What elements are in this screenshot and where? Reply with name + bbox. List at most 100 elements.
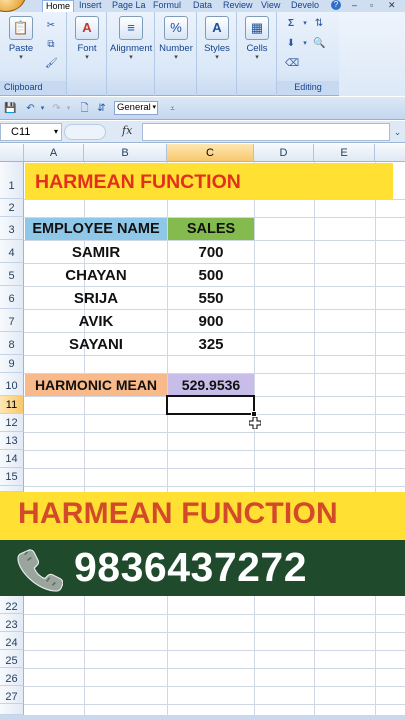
- fill-icon[interactable]: ⬇: [285, 38, 297, 50]
- tab-insert[interactable]: Insert: [76, 0, 105, 12]
- new-document-icon[interactable]: 🗋: [78, 102, 91, 115]
- find-select-icon[interactable]: 🔍: [313, 38, 325, 50]
- expand-formula-bar-icon[interactable]: ⌄: [392, 125, 403, 139]
- gridline: [24, 614, 405, 615]
- clipboard-group: 📋 Paste ▾ ✂ ⧉ 🖌 Clipboard: [0, 12, 67, 96]
- column-header-f[interactable]: [375, 144, 405, 162]
- sales-cell[interactable]: 550: [168, 287, 254, 309]
- align-icon: ≡: [119, 16, 143, 40]
- title-cell[interactable]: HARMEAN FUNCTION: [25, 163, 393, 199]
- styles-button[interactable]: A Styles ▾: [196, 16, 238, 62]
- row-header-4[interactable]: 4: [0, 240, 24, 263]
- row-header-15[interactable]: 15: [0, 468, 24, 486]
- tab-review[interactable]: Review: [220, 0, 256, 12]
- row-header-1[interactable]: 1: [0, 162, 24, 199]
- number-format-value: General: [117, 102, 151, 113]
- employee-name-header[interactable]: EMPLOYEE NAME: [25, 218, 167, 240]
- formula-input[interactable]: [142, 123, 390, 141]
- harmonic-mean-value[interactable]: 529.9536: [168, 374, 254, 396]
- column-header-d[interactable]: D: [254, 144, 314, 162]
- column-header-b[interactable]: B: [84, 144, 167, 162]
- employee-name-cell[interactable]: SAMIR: [25, 241, 167, 263]
- tab-developer[interactable]: Develo: [288, 0, 326, 12]
- row-header-5[interactable]: 5: [0, 263, 24, 286]
- tab-data[interactable]: Data: [190, 0, 215, 12]
- chevron-down-icon[interactable]: ▾: [299, 38, 311, 50]
- column-header-c[interactable]: C: [167, 144, 254, 162]
- sales-cell[interactable]: 700: [168, 241, 254, 263]
- gridline: [24, 486, 405, 487]
- employee-name-cell[interactable]: AVIK: [25, 310, 167, 332]
- restore-icon[interactable]: ▫: [370, 0, 373, 10]
- cells-group: ▦ Cells ▾: [237, 12, 277, 96]
- tab-formulas[interactable]: Formul: [150, 0, 188, 12]
- row-header-24[interactable]: 24: [0, 632, 24, 650]
- sales-header[interactable]: SALES: [168, 218, 254, 240]
- autosum-icon[interactable]: Σ: [285, 18, 297, 30]
- cells-button[interactable]: ▦ Cells ▾: [236, 16, 278, 62]
- sales-cell[interactable]: 500: [168, 264, 254, 286]
- row-header-12[interactable]: 12: [0, 414, 24, 432]
- sort-icon[interactable]: ⇵: [95, 102, 108, 115]
- row-header-8[interactable]: 8: [0, 332, 24, 355]
- font-group: A Font ▾: [67, 12, 107, 96]
- name-box[interactable]: C11 ▾: [0, 123, 62, 141]
- chevron-down-icon[interactable]: ▾: [299, 18, 311, 30]
- chevron-down-icon[interactable]: ▾: [36, 102, 49, 115]
- row-header-27[interactable]: 27: [0, 686, 24, 704]
- row-header-26[interactable]: 26: [0, 668, 24, 686]
- number-format-select[interactable]: General ▾: [114, 101, 158, 115]
- help-icon[interactable]: ?: [331, 0, 341, 10]
- paste-label: Paste: [8, 43, 34, 54]
- insert-function-button[interactable]: fx: [122, 124, 132, 137]
- save-icon[interactable]: 💾: [4, 102, 17, 115]
- row-header-7[interactable]: 7: [0, 309, 24, 332]
- chevron-down-icon[interactable]: ▾: [62, 102, 75, 115]
- number-button[interactable]: % Number ▾: [155, 16, 197, 62]
- select-all-corner[interactable]: [0, 144, 24, 162]
- row-header-11[interactable]: 11: [0, 396, 24, 414]
- row-header-28[interactable]: [0, 704, 24, 715]
- row-header-2[interactable]: 2: [0, 199, 24, 217]
- row-header-3[interactable]: 3: [0, 217, 24, 240]
- tab-page-layout[interactable]: Page La: [109, 0, 149, 12]
- tab-home[interactable]: Home: [42, 0, 75, 12]
- clear-icon[interactable]: ⌫: [285, 58, 299, 70]
- employee-name-cell[interactable]: SAYANI: [25, 333, 167, 355]
- gridline: [24, 450, 405, 451]
- column-header-a[interactable]: A: [24, 144, 84, 162]
- sales-cell[interactable]: 900: [168, 310, 254, 332]
- chevron-down-icon: ▾: [53, 127, 58, 136]
- row-header-14[interactable]: 14: [0, 450, 24, 468]
- harmonic-mean-label[interactable]: HARMONIC MEAN: [25, 374, 167, 396]
- row-header-23[interactable]: 23: [0, 614, 24, 632]
- customize-toolbar-icon[interactable]: ⩡: [166, 102, 179, 115]
- office-button[interactable]: [0, 0, 26, 12]
- column-header-e[interactable]: E: [314, 144, 375, 162]
- sort-filter-icon[interactable]: ⇅: [313, 18, 325, 30]
- cut-icon[interactable]: ✂: [45, 20, 57, 32]
- alignment-button[interactable]: ≡ Alignment ▾: [110, 16, 152, 62]
- font-button[interactable]: A Font ▾: [66, 16, 108, 62]
- row-header-22[interactable]: 22: [0, 596, 24, 614]
- employee-name-cell[interactable]: CHAYAN: [25, 264, 167, 286]
- copy-icon[interactable]: ⧉: [45, 39, 57, 51]
- close-icon[interactable]: ✕: [388, 0, 396, 10]
- row-header-10[interactable]: 10: [0, 373, 24, 396]
- horizontal-scrollbar[interactable]: [0, 715, 405, 720]
- sales-cell[interactable]: 325: [168, 333, 254, 355]
- employee-name-cell[interactable]: SRIJA: [25, 287, 167, 309]
- ribbon-empty-area: [339, 12, 405, 96]
- cell-cursor-icon: [249, 417, 261, 429]
- row-header-9[interactable]: 9: [0, 355, 24, 373]
- row-header-13[interactable]: 13: [0, 432, 24, 450]
- chevron-down-icon: ▾: [19, 54, 23, 61]
- paste-button[interactable]: 📋 Paste ▾: [0, 16, 42, 62]
- formula-bar: C11 ▾ fx ⌄: [0, 121, 405, 143]
- row-header-6[interactable]: 6: [0, 286, 24, 309]
- row-header-25[interactable]: 25: [0, 650, 24, 668]
- minimize-icon[interactable]: –: [352, 0, 357, 10]
- tab-view[interactable]: View: [258, 0, 283, 12]
- active-cell-c11[interactable]: [166, 395, 255, 415]
- format-painter-icon[interactable]: 🖌: [45, 58, 58, 70]
